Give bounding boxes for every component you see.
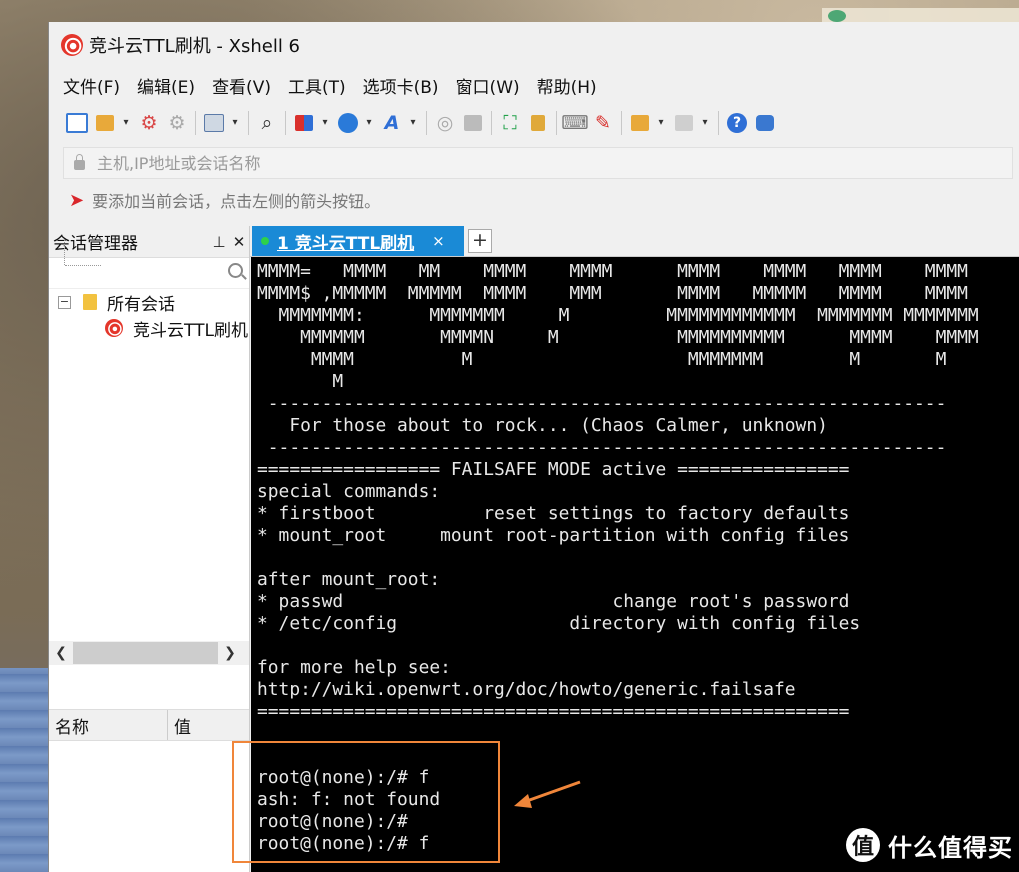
scrollbar-thumb[interactable] <box>73 642 218 664</box>
toolbar-separator <box>621 111 622 135</box>
tree-item-session[interactable]: 竞斗云TTL刷机 <box>49 315 249 341</box>
fullscreen-icon[interactable]: ⛶ <box>498 111 522 135</box>
new-folder-icon[interactable] <box>628 111 652 135</box>
tree-item-label: 竞斗云TTL刷机 <box>133 320 248 341</box>
menu-window[interactable]: 窗口(W) <box>456 73 520 98</box>
tree-connector <box>65 265 101 266</box>
title-bar: 竞斗云TTL刷机 - Xshell 6 <box>49 22 1019 67</box>
font-icon[interactable]: A <box>380 111 404 135</box>
open-folder-icon[interactable] <box>93 111 117 135</box>
screenshot-icon[interactable] <box>461 111 485 135</box>
menu-tools[interactable]: 工具(T) <box>288 73 346 98</box>
toolbar-separator <box>285 111 286 135</box>
scroll-right-icon[interactable]: ❯ <box>218 645 242 661</box>
toolbar-separator <box>426 111 427 135</box>
session-manager-header: 会话管理器 ⊥ ✕ <box>49 226 249 258</box>
toolbar-separator <box>556 111 557 135</box>
toolbar-separator <box>491 111 492 135</box>
new-tab-button[interactable]: + <box>468 229 492 253</box>
xshell-logo-icon <box>61 33 83 56</box>
host-address-input[interactable] <box>95 152 949 174</box>
menu-help[interactable]: 帮助(H) <box>537 73 597 98</box>
toolbar: ▾ ⚙ ⚙ ▾ ⌕ ▾ ▾ A ▾ ◎ ⛶ ⌨ ✎ ▾ ▾ ? <box>49 103 1019 143</box>
help-icon[interactable]: ? <box>725 111 749 135</box>
close-panel-icon[interactable]: ✕ <box>229 233 249 251</box>
watermark-text: 什么值得买 <box>888 833 1013 862</box>
tab-session[interactable]: 1 竞斗云TTL刷机 × <box>252 226 464 256</box>
chat-icon[interactable] <box>753 111 777 135</box>
toolbar-separator <box>248 111 249 135</box>
disconnect-icon[interactable]: ⚙ <box>165 111 189 135</box>
tree-item-label: 所有会话 <box>107 294 175 315</box>
keyboard-icon[interactable]: ⌨ <box>561 111 588 135</box>
collapse-toggle-icon[interactable]: − <box>58 295 71 309</box>
tab-bar: 1 竞斗云TTL刷机 × + <box>250 226 1019 257</box>
annotation-arrow-icon <box>514 780 581 808</box>
menu-bar: 文件(F) 编辑(E) 查看(V) 工具(T) 选项卡(B) 窗口(W) 帮助(… <box>49 67 1019 103</box>
scroll-left-icon[interactable]: ❮ <box>49 645 73 661</box>
tab-label: 1 竞斗云TTL刷机 <box>277 233 415 254</box>
toolbar-separator <box>718 111 719 135</box>
menu-view[interactable]: 查看(V) <box>212 73 271 98</box>
annotation-highlight-box <box>232 741 500 863</box>
folder-icon <box>83 294 97 310</box>
layout-icon[interactable] <box>672 111 696 135</box>
session-manager-title: 会话管理器 <box>53 234 138 254</box>
find-icon[interactable]: ⌕ <box>255 111 279 135</box>
properties-header: 名称 值 <box>49 709 249 741</box>
address-bar <box>63 147 1013 179</box>
new-session-icon[interactable] <box>65 111 89 135</box>
property-name-column[interactable]: 名称 <box>49 710 168 740</box>
window-title: 竞斗云TTL刷机 - Xshell 6 <box>89 35 301 57</box>
tree-item-all-sessions[interactable]: − 所有会话 <box>49 289 249 315</box>
layout-dropdown-icon[interactable]: ▾ <box>700 111 710 135</box>
tree-connector <box>64 239 65 265</box>
toolbar-separator <box>195 111 196 135</box>
properties-icon[interactable] <box>202 111 226 135</box>
session-hint-text: 要添加当前会话，点击左侧的箭头按钮。 <box>92 192 381 211</box>
pin-icon[interactable]: ⊥ <box>209 233 229 251</box>
watermark-logo-icon: 值 <box>846 828 880 862</box>
menu-edit[interactable]: 编辑(E) <box>137 73 195 98</box>
horizontal-scrollbar[interactable]: ❮ ❯ <box>49 641 249 665</box>
add-session-arrow-icon[interactable]: ➤ <box>69 190 84 211</box>
session-hint-bar: ➤ 要添加当前会话，点击左侧的箭头按钮。 <box>63 184 1013 216</box>
new-folder-dropdown-icon[interactable]: ▾ <box>656 111 666 135</box>
search-icon[interactable] <box>228 263 243 278</box>
globe-icon[interactable] <box>336 111 360 135</box>
menu-tab[interactable]: 选项卡(B) <box>363 73 439 98</box>
connect-icon[interactable]: ⚙ <box>137 111 161 135</box>
font-dropdown-icon[interactable]: ▾ <box>408 111 418 135</box>
session-search <box>49 258 249 289</box>
session-manager-panel: 会话管理器 ⊥ ✕ − 所有会话 竞斗云TTL刷机 ❮ ❯ 名称 值 <box>49 226 250 872</box>
transfer-dropdown-icon[interactable]: ▾ <box>320 111 330 135</box>
globe-dropdown-icon[interactable]: ▾ <box>364 111 374 135</box>
transfer-icon[interactable] <box>292 111 316 135</box>
xftp-icon[interactable]: ◎ <box>433 111 457 135</box>
connected-status-icon <box>261 237 269 245</box>
lock-icon <box>74 154 85 170</box>
open-dropdown-icon[interactable]: ▾ <box>121 111 131 135</box>
properties-dropdown-icon[interactable]: ▾ <box>230 111 240 135</box>
watermark: 值 什么值得买 <box>846 826 1013 864</box>
background-window-pixelated <box>0 668 48 872</box>
tab-close-icon[interactable]: × <box>432 232 445 250</box>
property-value-column[interactable]: 值 <box>168 710 191 740</box>
lock-icon[interactable] <box>526 111 550 135</box>
notification-icon <box>828 10 846 22</box>
highlight-icon[interactable]: ✎ <box>591 111 615 135</box>
session-icon <box>105 319 123 337</box>
menu-file[interactable]: 文件(F) <box>63 73 120 98</box>
xshell-window: 竞斗云TTL刷机 - Xshell 6 文件(F) 编辑(E) 查看(V) 工具… <box>48 22 1019 872</box>
